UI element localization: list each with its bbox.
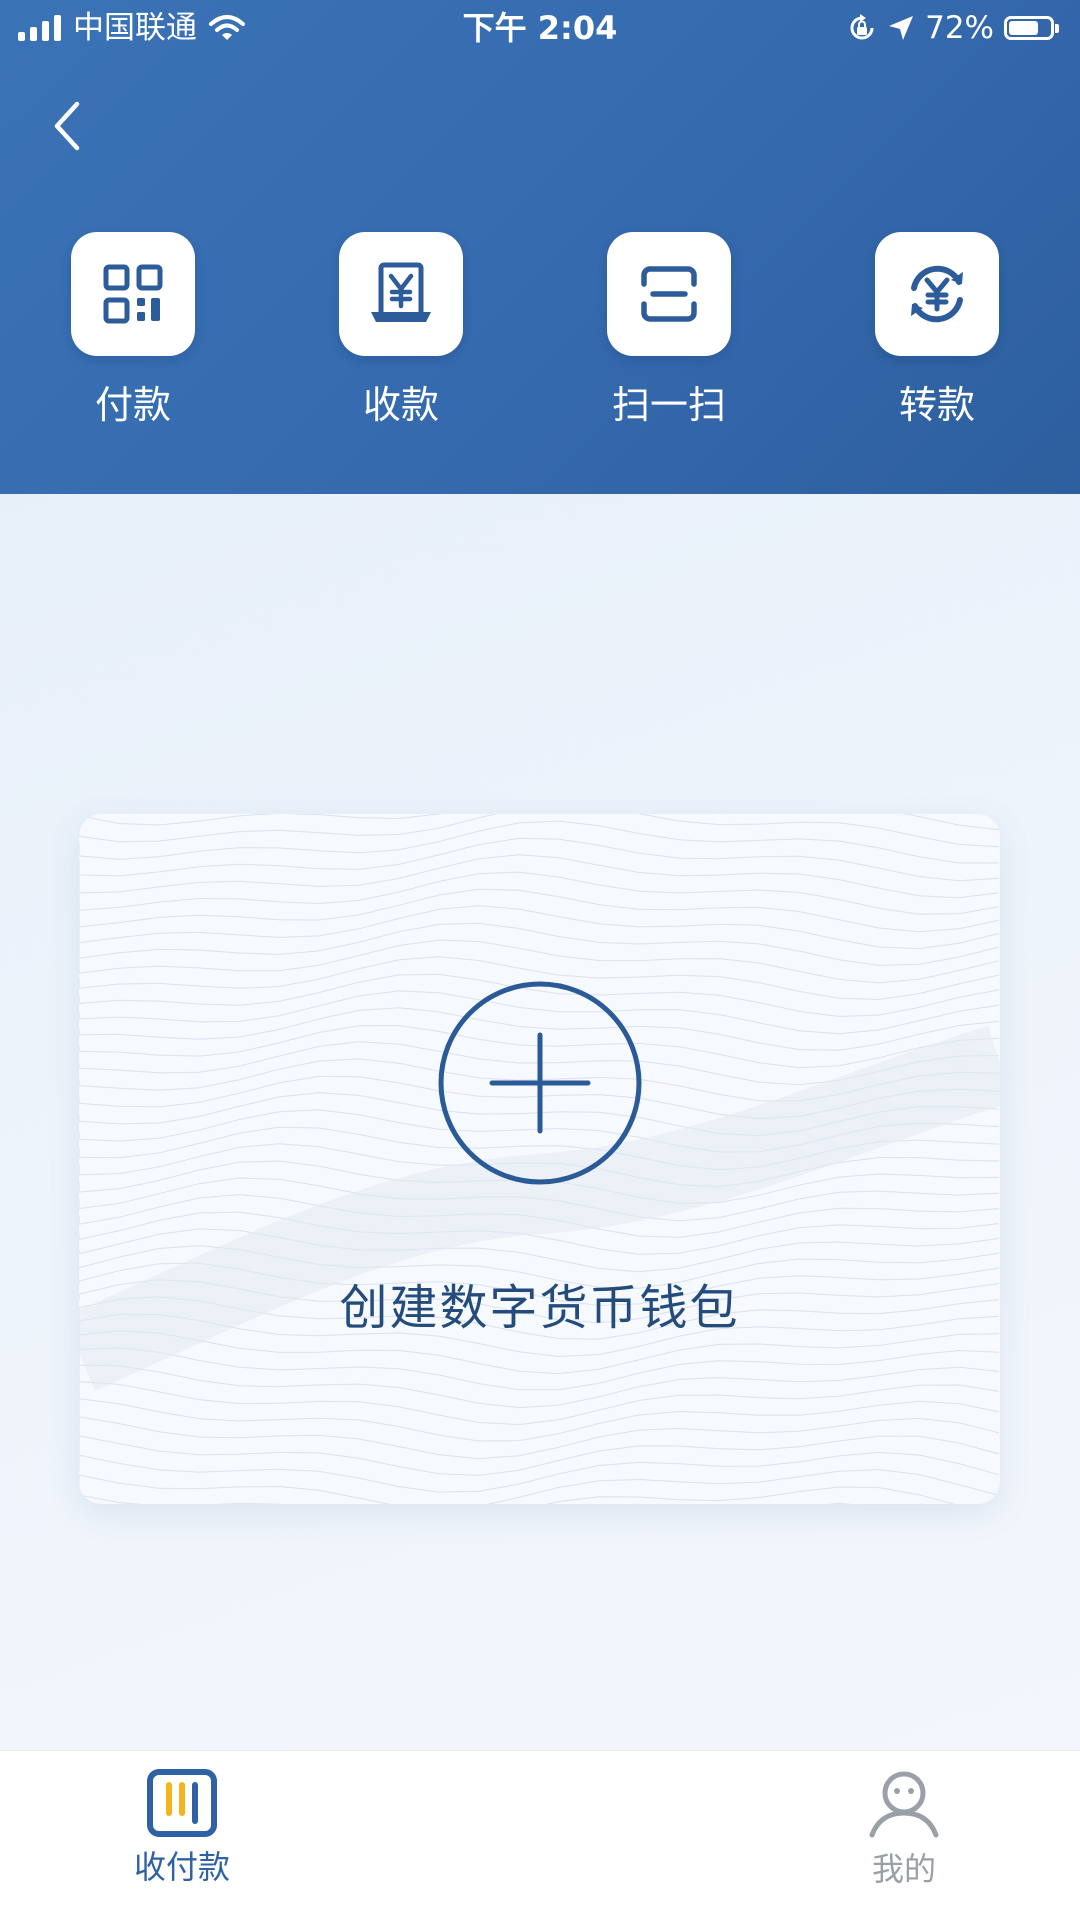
pay-label: 付款 — [94, 383, 171, 427]
card-wave-line — [79, 854, 1000, 899]
tab-mine[interactable]: 我的 — [804, 1769, 1004, 1889]
scan-label: 扫一扫 — [611, 383, 726, 427]
header: 中国联通 下午 2:04 72% 付款 收款 扫一扫 转款 — [0, 0, 1080, 494]
card-wave-line — [79, 1451, 1000, 1493]
tab-payments-label: 收付款 — [133, 1848, 230, 1886]
card-wave-line — [79, 1469, 1000, 1504]
receive-label: 收款 — [362, 383, 439, 427]
tab-mine-label: 我的 — [871, 1850, 936, 1888]
pay-button[interactable]: 付款 — [33, 232, 233, 430]
tab-payments[interactable]: 收付款 — [82, 1769, 282, 1887]
battery-fill — [1009, 21, 1038, 35]
yuan-receipt-icon — [371, 262, 431, 322]
yuan-transfer-icon — [911, 265, 963, 323]
location-arrow-icon — [889, 16, 914, 40]
payments-tab-icon — [147, 1769, 217, 1837]
status-bar: 中国联通 下午 2:04 72% — [0, 0, 1080, 56]
battery-icon — [1004, 16, 1059, 40]
receive-button[interactable]: 收款 — [301, 232, 501, 430]
card-wave-line — [79, 922, 1000, 966]
transfer-label: 转款 — [898, 383, 975, 427]
chevron-left-icon — [54, 101, 80, 151]
receive-tile — [339, 232, 463, 356]
card-wave-line — [79, 1435, 1000, 1476]
pay-tile — [71, 232, 195, 356]
plus-circle-icon[interactable] — [437, 980, 643, 1186]
card-wave-line — [79, 1381, 1000, 1426]
tab-bar: 收付款 我的 — [0, 1750, 1080, 1921]
create-wallet-card[interactable]: 创建数字货币钱包 — [79, 814, 1000, 1504]
card-wave-line — [826, 1502, 853, 1504]
transfer-tile — [875, 232, 999, 356]
battery-percent: 72% — [925, 10, 994, 46]
create-wallet-label: 创建数字货币钱包 — [339, 1280, 740, 1336]
transfer-button[interactable]: 转款 — [837, 232, 1037, 430]
back-button[interactable] — [36, 94, 96, 158]
scan-tile — [607, 232, 731, 356]
card-wave-line — [79, 1486, 956, 1504]
status-right: 72% — [847, 8, 1062, 48]
card-wave-line — [79, 939, 1000, 984]
qr-code-icon — [103, 264, 163, 324]
person-icon — [869, 1771, 939, 1838]
scan-button[interactable]: 扫一扫 — [569, 232, 769, 430]
card-wave-line — [79, 888, 1000, 933]
orientation-lock-icon — [850, 14, 874, 40]
scan-icon — [641, 266, 697, 322]
card-wave-line — [79, 1398, 1000, 1442]
card-wave-line — [79, 905, 1000, 950]
card-wave-line — [79, 1416, 1000, 1460]
